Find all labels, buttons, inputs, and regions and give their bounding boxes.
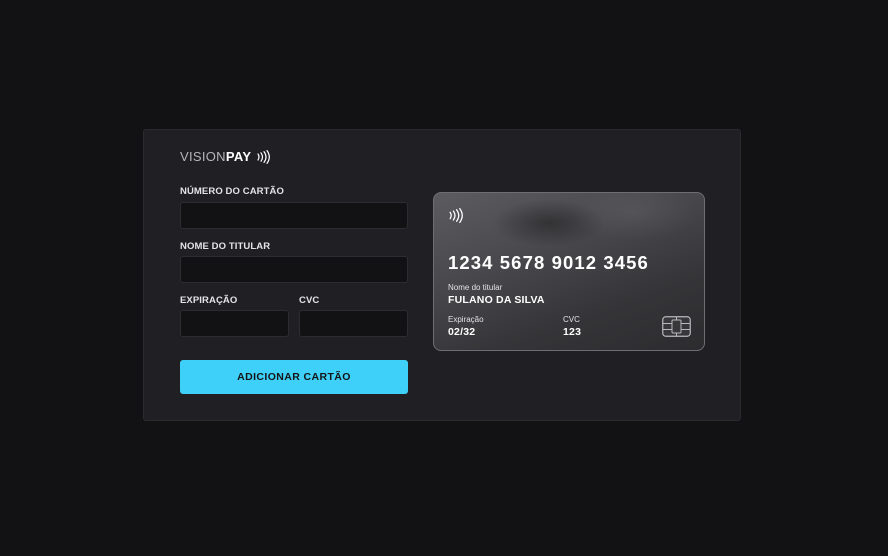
logo-text-bold: PAY	[225, 149, 252, 164]
card-number-input[interactable]	[180, 202, 408, 229]
expiration-input[interactable]	[180, 310, 289, 337]
payment-panel: VISION PAY NÚMERO DO CARTÃO NOME DO TITUL…	[143, 129, 741, 421]
cvc-value-display: 123	[563, 326, 582, 338]
visionpay-logo: VISION PAY	[180, 149, 271, 164]
cvc-input[interactable]	[299, 310, 408, 337]
cvc-label-display: CVC	[563, 315, 580, 324]
expiration-label-display: Expiração	[448, 315, 484, 324]
card-number-display: 1234 5678 9012 3456	[448, 252, 649, 273]
contactless-icon	[257, 149, 271, 164]
holder-name-input[interactable]	[180, 256, 408, 283]
cvc-label: CVC	[299, 295, 320, 306]
card-number-label: NÚMERO DO CARTÃO	[180, 186, 284, 197]
holder-name-label: NOME DO TITULAR	[180, 241, 271, 252]
add-card-button[interactable]: ADICIONAR CARTÃO	[180, 360, 408, 394]
holder-label-display: Nome do titular	[448, 283, 503, 292]
holder-value-display: FULANO DA SILVA	[448, 294, 545, 306]
expiration-value-display: 02/32	[448, 326, 476, 338]
contactless-icon	[449, 208, 463, 223]
card-preview: 1234 5678 9012 3456 Nome do titular FULA…	[433, 192, 705, 351]
logo-text-light: VISION	[180, 149, 226, 164]
chip-icon	[662, 316, 691, 337]
expiration-label: EXPIRAÇÃO	[180, 295, 238, 306]
